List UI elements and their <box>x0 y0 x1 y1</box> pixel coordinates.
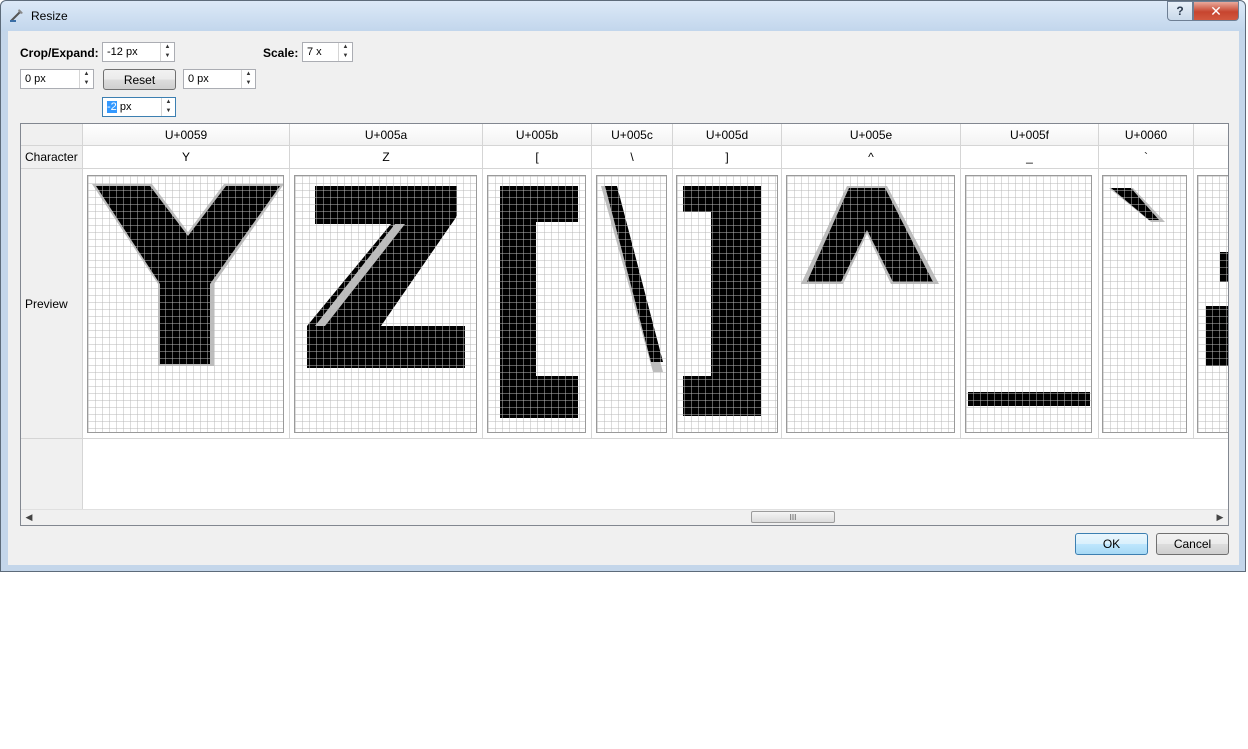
glyph-preview-grid[interactable] <box>965 175 1092 433</box>
character-cell: _ <box>961 146 1099 169</box>
character-cell <box>1194 146 1228 169</box>
scroll-left-icon[interactable]: ◀ <box>21 510 37 525</box>
corner-header <box>21 124 83 146</box>
spin-down-icon[interactable]: ▼ <box>80 79 93 88</box>
preview-cell[interactable] <box>782 169 961 439</box>
pixel-grid-graphic <box>597 176 666 432</box>
column-header[interactable]: U+005d <box>673 124 782 146</box>
spin-down-icon[interactable]: ▼ <box>162 107 175 116</box>
spin-down-icon[interactable]: ▼ <box>339 52 352 61</box>
help-button[interactable]: ? <box>1167 1 1193 21</box>
preview-cell[interactable] <box>83 169 290 439</box>
preview-cell[interactable] <box>592 169 673 439</box>
column-header[interactable]: U+005b <box>483 124 592 146</box>
column-header[interactable]: U+005a <box>290 124 483 146</box>
ok-button[interactable]: OK <box>1075 533 1148 555</box>
glyph-preview-grid[interactable] <box>87 175 284 433</box>
window-title: Resize <box>31 9 68 23</box>
unit-text: px <box>116 101 132 113</box>
row-header-empty <box>21 439 83 511</box>
cancel-button[interactable]: Cancel <box>1156 533 1229 555</box>
glyph-preview-grid[interactable] <box>1197 175 1228 433</box>
column-header[interactable]: U+005f <box>961 124 1099 146</box>
scale-spinbox[interactable]: 7 x ▲ ▼ <box>302 42 353 62</box>
column-header[interactable]: U+005c <box>592 124 673 146</box>
scroll-right-icon[interactable]: ▶ <box>1212 510 1228 525</box>
spin-up-icon[interactable]: ▲ <box>339 43 352 52</box>
title-bar: Resize ? ✕ <box>1 1 1245 31</box>
column-header[interactable]: U+0059 <box>83 124 290 146</box>
pixel-grid-graphic <box>787 176 954 432</box>
row-header-character: Character <box>21 146 83 169</box>
character-cell: ^ <box>782 146 961 169</box>
scale-label: Scale: <box>263 46 299 60</box>
spin-down-icon[interactable]: ▼ <box>161 52 174 61</box>
crop-left-value: 0 px <box>25 73 46 85</box>
dialog-body: Crop/Expand: -12 px ▲ ▼ Scale: 7 x ▲ ▼ 0 p… <box>8 31 1239 565</box>
spin-arrows[interactable]: ▲ ▼ <box>161 98 175 116</box>
glyph-table: Character Preview U+0059 Y U+005a Z U+005b… <box>20 123 1229 526</box>
spin-down-icon[interactable]: ▼ <box>242 79 255 88</box>
crop-bottom-spinbox[interactable]: -2 px ▲ ▼ <box>102 97 176 117</box>
spin-arrows[interactable]: ▲ ▼ <box>79 70 93 88</box>
crop-top-spinbox[interactable]: -12 px ▲ ▼ <box>102 42 175 62</box>
crop-top-value: -12 px <box>107 46 138 58</box>
spin-arrows[interactable]: ▲ ▼ <box>241 70 255 88</box>
preview-cell[interactable] <box>1099 169 1194 439</box>
horizontal-scrollbar[interactable]: ◀ III ▶ <box>21 509 1228 525</box>
character-cell: ` <box>1099 146 1194 169</box>
crop-right-spinbox[interactable]: 0 px ▲ ▼ <box>183 69 256 89</box>
row-header-preview: Preview <box>21 169 83 439</box>
crop-expand-label: Crop/Expand: <box>20 46 99 60</box>
character-cell: Y <box>83 146 290 169</box>
preview-cell[interactable] <box>483 169 592 439</box>
spin-up-icon[interactable]: ▲ <box>162 98 175 107</box>
pixel-grid-graphic <box>677 176 777 432</box>
crop-right-value: 0 px <box>188 73 209 85</box>
reset-button[interactable]: Reset <box>103 69 176 90</box>
spin-arrows[interactable]: ▲ ▼ <box>338 43 352 61</box>
spin-up-icon[interactable]: ▲ <box>161 43 174 52</box>
scroll-thumb[interactable]: III <box>751 511 835 523</box>
pixel-grid-graphic <box>1103 176 1186 432</box>
spin-arrows[interactable]: ▲ ▼ <box>160 43 174 61</box>
spin-up-icon[interactable]: ▲ <box>80 70 93 79</box>
column-header[interactable]: U+0060 <box>1099 124 1194 146</box>
preview-cell[interactable] <box>673 169 782 439</box>
selected-text: -2 <box>107 101 117 113</box>
crop-left-spinbox[interactable]: 0 px ▲ ▼ <box>20 69 94 89</box>
column-header[interactable]: U+005e <box>782 124 961 146</box>
pixel-grid-graphic <box>88 176 283 432</box>
pixel-grid-graphic <box>488 176 585 432</box>
character-cell: ] <box>673 146 782 169</box>
crop-bottom-value[interactable]: -2 px <box>107 101 131 113</box>
spin-up-icon[interactable]: ▲ <box>242 70 255 79</box>
glyph-preview-grid[interactable] <box>1102 175 1187 433</box>
pixel-grid-graphic <box>295 176 476 432</box>
scale-value: 7 x <box>307 46 322 58</box>
pixel-grid-graphic <box>1198 176 1228 432</box>
preview-cell[interactable] <box>1194 169 1228 439</box>
column-header[interactable] <box>1194 124 1228 146</box>
close-button[interactable]: ✕ <box>1193 1 1239 21</box>
glyph-preview-grid[interactable] <box>294 175 477 433</box>
pixel-grid-graphic <box>966 176 1091 432</box>
glyph-preview-grid[interactable] <box>487 175 586 433</box>
glyph-preview-grid[interactable] <box>596 175 667 433</box>
app-icon <box>10 9 23 22</box>
preview-cell[interactable] <box>290 169 483 439</box>
glyph-preview-grid[interactable] <box>786 175 955 433</box>
character-cell: \ <box>592 146 673 169</box>
preview-cell[interactable] <box>961 169 1099 439</box>
glyph-preview-grid[interactable] <box>676 175 778 433</box>
resize-dialog: Resize ? ✕ Crop/Expand: -12 px ▲ ▼ Scale:… <box>0 0 1246 572</box>
character-cell: Z <box>290 146 483 169</box>
character-cell: [ <box>483 146 592 169</box>
